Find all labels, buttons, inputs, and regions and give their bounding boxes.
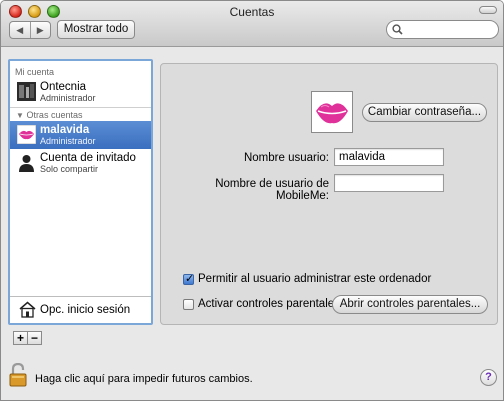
allow-admin-row[interactable]: Permitir al usuario administrar este ord…: [183, 272, 432, 285]
divider: [10, 107, 151, 108]
allow-admin-label: Permitir al usuario administrar este ord…: [198, 273, 432, 285]
lock-open-icon[interactable]: [9, 363, 31, 387]
add-account-button[interactable]: +: [13, 331, 28, 345]
change-password-button[interactable]: Cambiar contraseña...: [362, 103, 487, 122]
parental-controls-label: Activar controles parentales: [198, 298, 340, 310]
account-picture-icon: [17, 82, 36, 101]
account-details-panel: Cambiar contraseña... Nombre usuario: ma…: [160, 63, 498, 325]
account-name: Cuenta de invitado: [40, 152, 136, 164]
accounts-list[interactable]: Mi cuenta Ontecnia Administrador ▼ Otras…: [8, 59, 153, 325]
house-icon: [19, 301, 36, 318]
search-input[interactable]: [406, 23, 496, 36]
window-title: Cuentas: [229, 5, 275, 19]
account-role: Administrador: [40, 136, 96, 146]
account-name: Ontecnia: [40, 81, 87, 93]
help-button[interactable]: ?: [480, 369, 497, 386]
username-field[interactable]: malavida: [334, 148, 444, 166]
nav-buttons: ◀ ▶: [9, 21, 51, 39]
username-label: Nombre usuario:: [243, 152, 329, 164]
toolbar-toggle-button[interactable]: [479, 6, 497, 14]
account-role: Administrador: [40, 93, 96, 103]
other-accounts-header: ▼ Otras cuentas: [16, 110, 82, 120]
parental-controls-row[interactable]: Activar controles parentales: [183, 298, 340, 310]
title-bar: Cuentas ◀ ▶ Mostrar todo: [1, 1, 503, 47]
lips-picture-icon: [316, 103, 348, 124]
lock-message: Haga clic aquí para impedir futuros camb…: [35, 373, 253, 385]
forward-button[interactable]: ▶: [29, 22, 51, 38]
remove-account-button[interactable]: −: [27, 331, 42, 345]
my-account-header: Mi cuenta: [15, 67, 55, 77]
search-icon: [392, 24, 403, 35]
account-role: Solo compartir: [40, 164, 99, 174]
back-button[interactable]: ◀: [10, 22, 30, 38]
account-item-ontecnia[interactable]: Ontecnia Administrador: [10, 78, 151, 106]
disclosure-triangle-icon[interactable]: ▼: [16, 111, 24, 120]
open-parental-controls-button[interactable]: Abrir controles parentales...: [332, 295, 488, 314]
guest-user-icon: [19, 155, 34, 172]
account-item-guest[interactable]: Cuenta de invitado Solo compartir: [10, 149, 151, 177]
lips-picture-icon: [17, 125, 36, 144]
allow-admin-checkbox[interactable]: [183, 272, 194, 285]
search-field[interactable]: [386, 20, 499, 39]
parental-controls-checkbox[interactable]: [183, 298, 194, 310]
login-options-item[interactable]: Opc. inicio sesión: [10, 296, 151, 323]
accounts-window: Cuentas ◀ ▶ Mostrar todo Mi cuenta Ontec…: [0, 0, 504, 401]
show-all-button[interactable]: Mostrar todo: [57, 20, 135, 39]
login-options-label: Opc. inicio sesión: [40, 304, 131, 316]
account-item-malavida[interactable]: malavida Administrador: [10, 121, 151, 149]
account-picture-button[interactable]: [311, 91, 353, 133]
mobileme-field[interactable]: [334, 174, 444, 192]
other-accounts-label: Otras cuentas: [26, 110, 83, 120]
mobileme-label: Nombre de usuario de MobileMe:: [215, 178, 329, 202]
account-name: malavida: [40, 124, 90, 136]
